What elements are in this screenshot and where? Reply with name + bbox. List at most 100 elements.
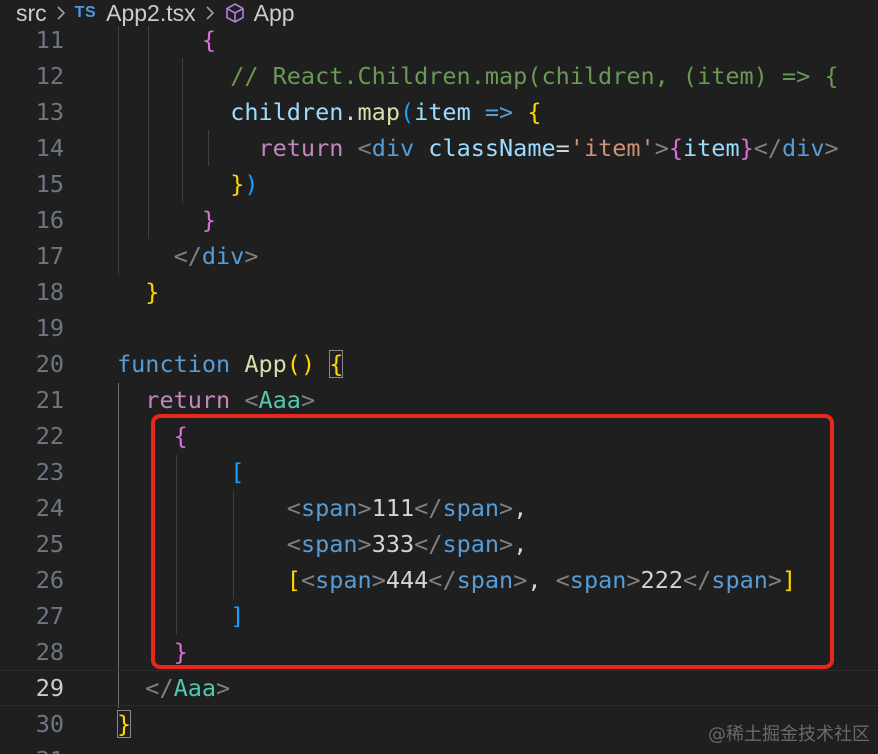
line-number: 17: [35, 242, 64, 270]
code-token: children: [230, 98, 344, 126]
code-token: className: [428, 134, 556, 162]
line-number: 27: [35, 602, 64, 630]
code-text: return <div className='item'>{item}</div…: [117, 130, 839, 166]
line-number: 31: [0, 742, 64, 754]
code-token: }: [739, 134, 754, 162]
code-token: map: [357, 98, 400, 126]
breadcrumb-symbol[interactable]: App: [254, 0, 295, 27]
code-token: {: [668, 134, 683, 162]
typescript-file-icon: TS: [74, 4, 97, 21]
line-number: 12: [35, 62, 64, 90]
code-token: >: [244, 242, 259, 270]
code-text: {: [117, 22, 216, 58]
code-token: {: [201, 26, 217, 54]
breadcrumb-file[interactable]: App2.tsx: [106, 0, 196, 27]
code-line[interactable]: 14 return <div className='item'>{item}</…: [0, 130, 878, 166]
symbol-cube-icon: [224, 2, 246, 24]
line-number: 16: [35, 206, 64, 234]
code-line[interactable]: 29 </Aaa>: [0, 670, 878, 706]
code-text: // React.Children.map(children, (item) =…: [117, 58, 839, 94]
code-token: return: [145, 386, 231, 414]
watermark: @稀土掘金技术社区: [708, 724, 870, 745]
breadcrumb: src TS App2.tsx App: [0, 0, 878, 26]
code-token: >: [300, 386, 316, 414]
line-number: 26: [35, 566, 64, 594]
code-line[interactable]: 20 function App() {: [0, 346, 878, 382]
code-token: div: [371, 134, 415, 162]
code-token: function: [117, 350, 231, 378]
line-number: 29: [35, 674, 64, 702]
code-token: >: [216, 674, 231, 702]
code-token: <: [244, 386, 259, 414]
code-token: 'item': [569, 134, 655, 162]
line-number: 28: [35, 638, 64, 666]
chevron-right-icon: [205, 5, 215, 21]
code-token: ): [244, 170, 259, 198]
code-line[interactable]: 13 children.map(item => {: [0, 94, 878, 130]
code-token: =>: [484, 98, 514, 126]
line-number: 30: [35, 710, 64, 738]
line-number: 14: [35, 134, 64, 162]
line-number: 11: [35, 26, 64, 54]
code-token: item: [683, 134, 740, 162]
code-line[interactable]: 12 // React.Children.map(children, (item…: [0, 58, 878, 94]
code-text: }): [117, 166, 259, 202]
matched-bracket: }: [117, 710, 132, 738]
code-token: (): [286, 350, 316, 378]
line-number: 23: [35, 458, 64, 486]
line-number: 21: [35, 386, 64, 414]
code-token: >: [824, 134, 839, 162]
code-line[interactable]: 17 </div>: [0, 238, 878, 274]
code-token: }: [145, 278, 160, 306]
code-line[interactable]: 15 }): [0, 166, 878, 202]
code-text: }: [117, 202, 216, 238]
code-text: function App() {: [117, 346, 344, 382]
breadcrumb-folder[interactable]: src: [16, 0, 47, 27]
line-number: 22: [35, 422, 64, 450]
code-token: {: [527, 98, 542, 126]
code-line[interactable]: 21 return <Aaa>: [0, 382, 878, 418]
code-text: </div>: [117, 238, 259, 274]
code-token: =: [555, 134, 570, 162]
code-token: // React.Children.map(children, (item) =…: [230, 62, 839, 90]
code-token: Aaa: [173, 674, 217, 702]
code-token: div: [201, 242, 245, 270]
code-token: }: [201, 206, 217, 234]
code-line[interactable]: 19: [0, 310, 878, 346]
code-token: </: [145, 674, 174, 702]
code-text: children.map(item => {: [117, 94, 542, 130]
code-token: return: [258, 134, 344, 162]
code-line[interactable]: 11 {: [0, 22, 878, 58]
line-number: 19: [35, 314, 64, 342]
code-token: </: [753, 134, 783, 162]
code-line[interactable]: 16 }: [0, 202, 878, 238]
matched-bracket: {: [329, 350, 344, 378]
code-token: }: [230, 170, 245, 198]
chevron-right-icon: [56, 5, 66, 21]
code-token: item: [414, 98, 471, 126]
line-number: 24: [35, 494, 64, 522]
red-highlight-annotation: [151, 414, 834, 669]
line-number: 18: [35, 278, 64, 306]
code-line[interactable]: 18 }: [0, 274, 878, 310]
code-text: }: [117, 706, 132, 742]
line-number: 20: [35, 350, 64, 378]
code-token: <: [357, 134, 372, 162]
code-token: App: [244, 350, 287, 378]
code-text: return <Aaa>: [117, 382, 315, 418]
code-token: div: [782, 134, 825, 162]
line-number: 15: [35, 170, 64, 198]
